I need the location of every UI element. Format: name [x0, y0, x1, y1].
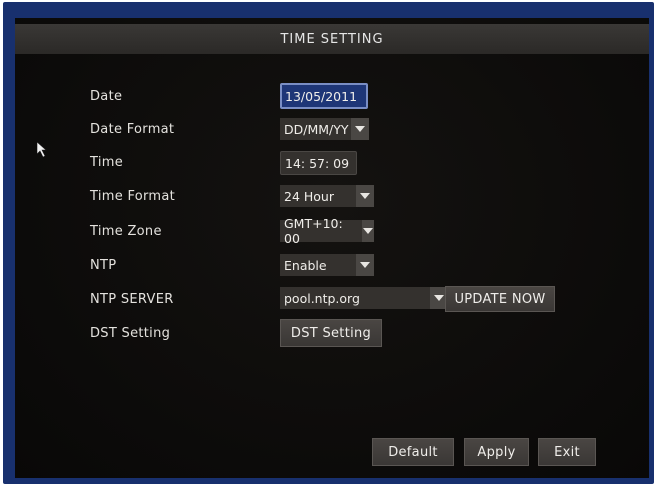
date-format-select[interactable]: DD/MM/YY	[280, 118, 369, 140]
time-zone-select[interactable]: GMT+10: 00	[280, 216, 374, 246]
date-format-value: DD/MM/YY	[280, 118, 351, 140]
chevron-down-icon[interactable]	[362, 220, 374, 242]
label-ntp: NTP	[90, 258, 117, 273]
time-format-select[interactable]: 24 Hour	[280, 185, 374, 207]
chevron-down-icon[interactable]	[356, 254, 374, 276]
update-now-button[interactable]: UPDATE NOW	[445, 286, 555, 312]
ntp-select[interactable]: Enable	[280, 254, 374, 276]
mouse-pointer-icon	[36, 141, 49, 162]
label-date-format: Date Format	[90, 122, 175, 137]
ntp-server-value: pool.ntp.org	[280, 287, 430, 309]
time-zone-value: GMT+10: 00	[280, 216, 362, 246]
chevron-down-icon[interactable]	[356, 185, 374, 207]
time-format-value: 24 Hour	[280, 185, 356, 207]
window-frame: TIME SETTING Date Date Format Time Time …	[3, 2, 654, 484]
label-time: Time	[90, 155, 124, 170]
date-field[interactable]: 13/05/2011	[280, 83, 368, 109]
label-time-zone: Time Zone	[90, 224, 162, 239]
label-date: Date	[90, 89, 123, 104]
label-dst-setting: DST Setting	[90, 326, 171, 341]
dst-setting-button[interactable]: DST Setting	[280, 319, 382, 347]
ntp-value: Enable	[280, 254, 356, 276]
time-setting-dialog: TIME SETTING Date Date Format Time Time …	[15, 18, 649, 478]
time-field[interactable]: 14: 57: 09	[280, 151, 357, 175]
chevron-down-icon[interactable]	[351, 118, 369, 140]
apply-button[interactable]: Apply	[464, 438, 529, 466]
label-time-format: Time Format	[90, 189, 176, 204]
ntp-server-select[interactable]: pool.ntp.org	[280, 287, 448, 309]
default-button[interactable]: Default	[372, 438, 454, 466]
label-ntp-server: NTP SERVER	[90, 292, 174, 307]
dialog-title: TIME SETTING	[15, 24, 649, 54]
exit-button[interactable]: Exit	[538, 438, 596, 466]
